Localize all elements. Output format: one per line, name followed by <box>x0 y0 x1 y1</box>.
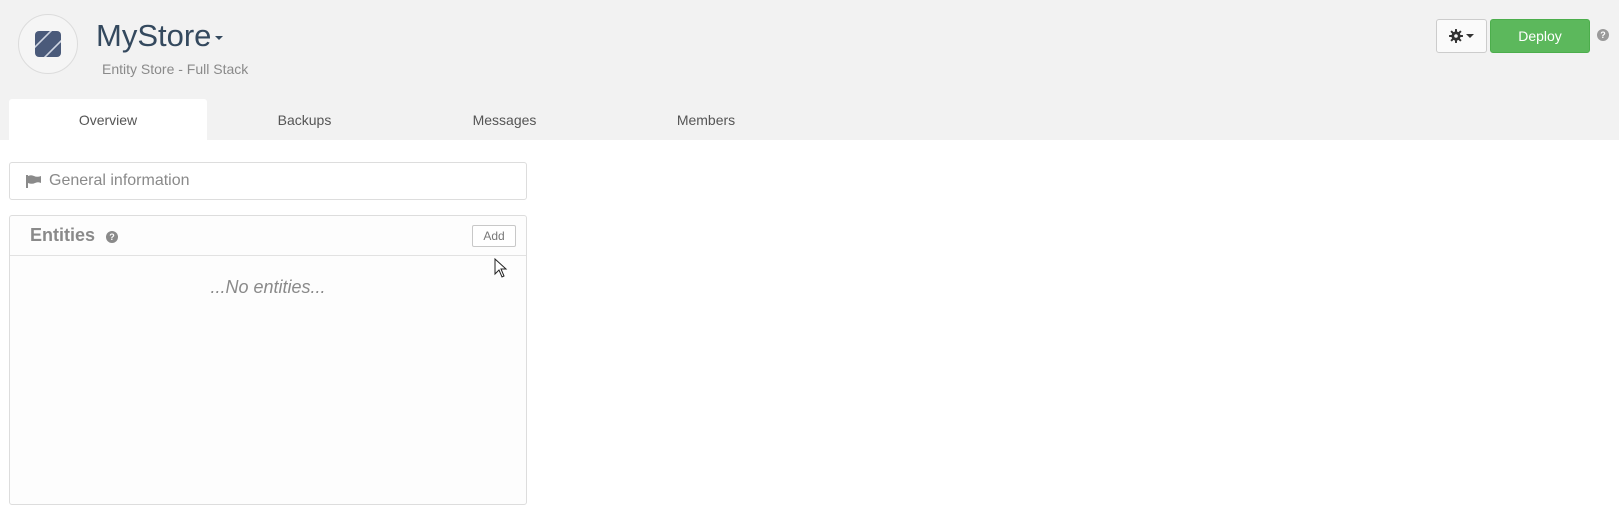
store-name-dropdown[interactable]: MyStore <box>96 18 224 54</box>
general-information-panel[interactable]: General information <box>9 162 527 200</box>
store-name: MyStore <box>96 18 212 53</box>
tab-messages[interactable]: Messages <box>402 99 607 140</box>
tab-backups[interactable]: Backups <box>207 99 402 140</box>
chevron-down-icon <box>1466 34 1474 38</box>
question-circle-icon[interactable]: ? <box>1597 29 1609 41</box>
entities-title: Entities <box>30 225 96 245</box>
question-circle-icon[interactable]: ? <box>106 230 119 243</box>
tab-bar: Overview Backups Messages Members <box>9 99 805 140</box>
settings-button[interactable] <box>1436 19 1487 53</box>
add-entity-button[interactable]: Add <box>472 225 516 247</box>
store-logo <box>18 14 78 74</box>
tab-overview[interactable]: Overview <box>9 99 207 140</box>
store-logo-icon <box>35 31 61 57</box>
general-information-label: General information <box>49 172 190 189</box>
deploy-button[interactable]: Deploy <box>1490 19 1590 53</box>
chevron-down-icon <box>215 36 224 40</box>
header: MyStore Entity Store - Full Stack Deploy… <box>0 0 1619 140</box>
empty-state-text: ...No entities... <box>210 277 326 297</box>
store-subtitle: Entity Store - Full Stack <box>102 61 249 77</box>
flag-icon <box>26 174 41 188</box>
gear-icon <box>1449 29 1463 43</box>
entities-panel-header: Entities ? Add <box>10 216 526 256</box>
mouse-cursor-icon <box>494 258 508 278</box>
entities-panel: Entities ? Add ...No entities... <box>9 215 527 505</box>
tab-members[interactable]: Members <box>607 99 805 140</box>
